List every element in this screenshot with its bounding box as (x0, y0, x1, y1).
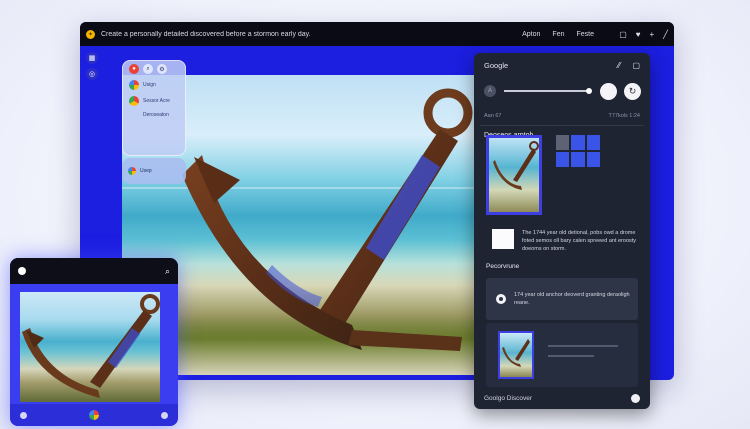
title-bar: ✦ Create a personally detailed discovere… (80, 22, 674, 46)
panel-row-label: Usign (143, 82, 156, 88)
left-rail: ▦ ◎ (84, 50, 106, 84)
panel-icons-row: ● ⌕ ⚙ (123, 61, 185, 77)
tile-grid[interactable] (556, 135, 600, 167)
text-line (548, 345, 618, 347)
window-title: Create a personally detailed discovered … (101, 30, 311, 38)
panel-row-sessor[interactable]: Sessor Acre (123, 93, 185, 109)
tile[interactable] (556, 135, 570, 150)
meta-left: Aan 67 (484, 113, 502, 119)
tile[interactable] (571, 135, 585, 150)
placeholder-image (492, 229, 514, 249)
google-g-icon (128, 167, 136, 175)
record-icon[interactable]: ● (129, 64, 139, 74)
title-menu: Apton Fen Feste (522, 31, 594, 38)
description-text: The 1744 year old detional, pobs owd a d… (522, 230, 637, 252)
slider-knob[interactable] (586, 88, 592, 94)
tile[interactable] (556, 152, 570, 167)
pen-icon[interactable]: ╱ (663, 30, 668, 39)
phone-status-icon (18, 267, 26, 275)
anchor-mini-graphic (502, 339, 530, 367)
google-g-icon[interactable] (89, 410, 99, 420)
heart-icon[interactable]: ♥ (636, 30, 641, 39)
chrome-icon (129, 96, 139, 106)
floating-app-panel: ● ⌕ ⚙ Usign Sessor Acre Deroseaton (122, 60, 186, 156)
panel-row-deroseaton[interactable]: Deroseaton (123, 109, 185, 121)
side-panel-footer: Goolgo Discover (474, 387, 650, 409)
side-panel-title: Google (484, 60, 509, 70)
tile[interactable] (571, 152, 585, 167)
grid-icon[interactable]: ▦ (86, 52, 98, 64)
anchor-thumbnail-graphic (493, 141, 539, 190)
plus-icon[interactable]: + (650, 30, 655, 39)
desktop-stage: ✦ Create a personally detailed discovere… (0, 0, 750, 429)
phone-nav-dot-icon[interactable] (161, 411, 168, 419)
preview-card[interactable] (486, 323, 638, 387)
phone-anchor-graphic (22, 294, 160, 398)
google-side-panel: Google ⁄⁄ ▢ A ↻ Aan 67 T77kols 1:24 Deos… (474, 53, 650, 409)
google-g-icon (129, 80, 139, 90)
settings-icon[interactable]: ⚙ (157, 64, 167, 74)
record-button[interactable] (600, 83, 617, 100)
title-icons: ▢ ♥ + ╱ (619, 30, 668, 39)
panel-row-label: Deroseaton (143, 112, 169, 118)
panel-row-usign[interactable]: Usign (123, 77, 185, 93)
text-line (548, 355, 594, 357)
footer-label[interactable]: Goolgo Discover (484, 395, 532, 402)
phone-top-bar: ⌕ (10, 258, 178, 284)
search-icon[interactable]: ⌕ (165, 266, 170, 277)
related-label: Pecorvrune (486, 263, 520, 270)
window-icon[interactable]: ▢ (632, 61, 640, 70)
panel-pill[interactable]: Usep (122, 158, 186, 184)
pill-label: Usep (140, 168, 152, 174)
description-block: The 1744 year old detional, pobs owd a d… (492, 229, 642, 253)
edit-icon[interactable]: ⁄⁄ (618, 61, 621, 70)
menu-item-apton[interactable]: Apton (522, 31, 540, 38)
search-icon[interactable]: ⌕ (143, 64, 153, 74)
panel-row-label: Sessor Acre (143, 98, 170, 104)
side-panel-controls: A ↻ (474, 77, 650, 107)
footer-action-icon[interactable] (631, 393, 640, 403)
side-panel-meta: Aan 67 T77kols 1:24 (474, 107, 650, 125)
avatar-icon[interactable]: A (484, 85, 496, 97)
thumbnail-main[interactable] (486, 135, 542, 215)
side-panel-header: Google ⁄⁄ ▢ (474, 53, 650, 77)
phone-nav-dot-icon[interactable] (20, 411, 27, 419)
zoom-slider[interactable] (504, 88, 592, 94)
phone-bottom-bar (10, 404, 178, 426)
radio-icon[interactable] (496, 294, 506, 304)
menu-item-feste[interactable]: Feste (576, 31, 594, 38)
app-logo-icon[interactable]: ✦ (86, 29, 95, 39)
preview-thumbnail[interactable] (498, 331, 534, 379)
phone-device: ⌕ (10, 258, 178, 426)
square-icon[interactable]: ▢ (619, 30, 627, 39)
meta-right: T77kols 1:24 (608, 113, 641, 119)
card-text: 174 year old anchor deoverd granting der… (514, 292, 630, 306)
refresh-icon[interactable]: ↻ (624, 83, 641, 100)
tile[interactable] (586, 152, 600, 167)
target-icon[interactable]: ◎ (86, 68, 98, 80)
tile[interactable] (586, 135, 600, 150)
phone-anchor-photo (20, 292, 160, 402)
result-card[interactable]: 174 year old anchor deoverd granting der… (486, 278, 638, 320)
menu-item-fen[interactable]: Fen (552, 31, 564, 38)
